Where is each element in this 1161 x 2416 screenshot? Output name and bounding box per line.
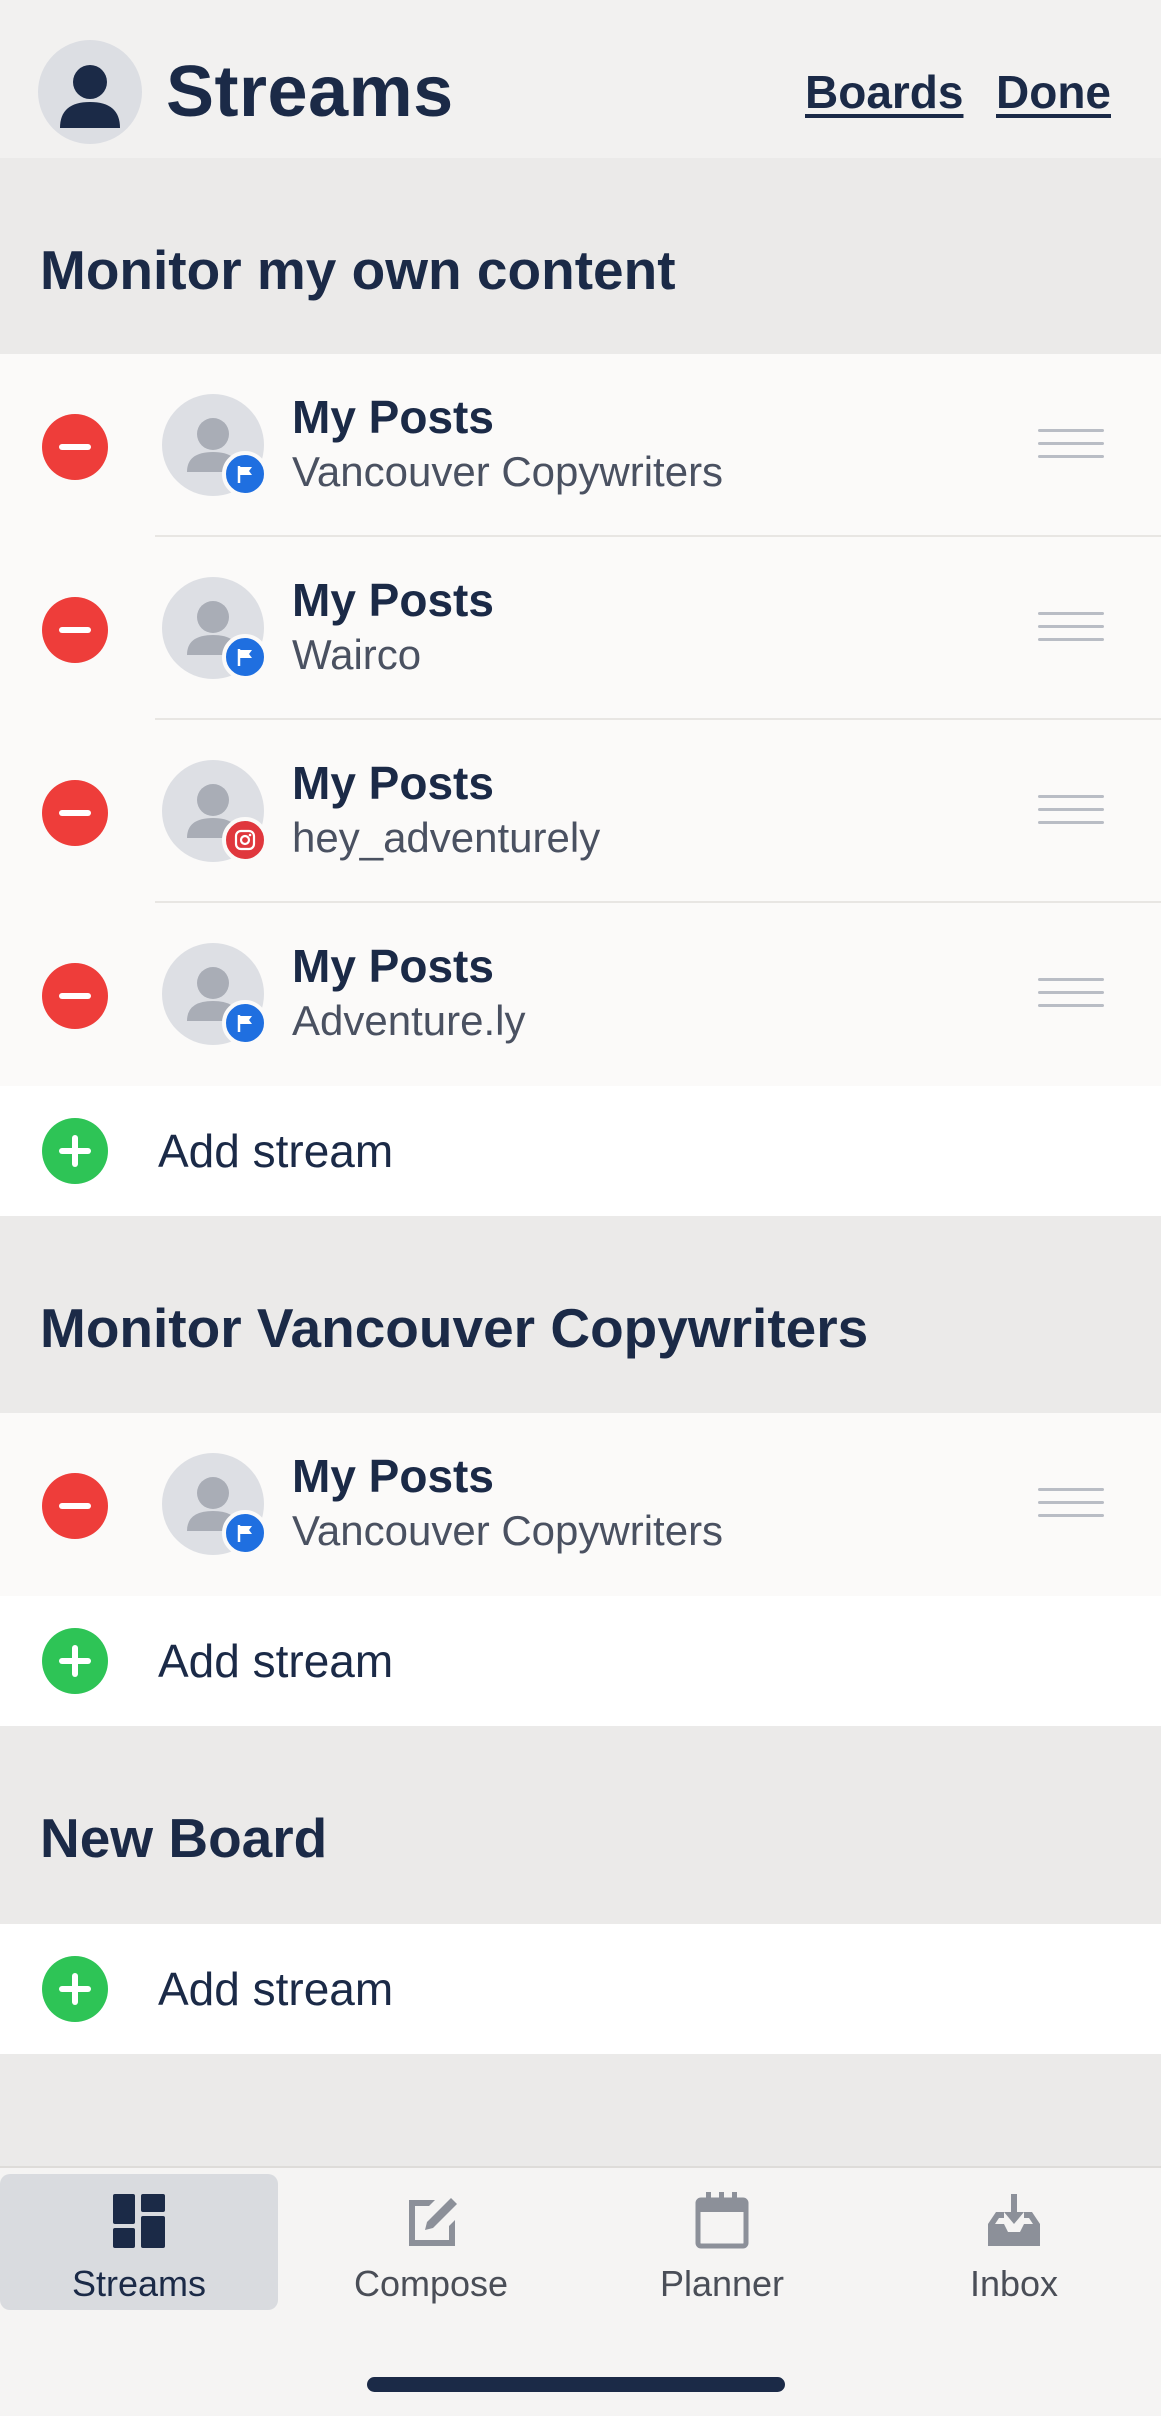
drag-handle-icon[interactable]	[1038, 1488, 1104, 1518]
top-header: Streams Boards Done	[0, 0, 1161, 158]
board-title: Monitor my own content	[40, 239, 676, 301]
tab-label: Inbox	[969, 2263, 1059, 2304]
add-stream-row[interactable]: Add stream	[0, 1086, 1161, 1216]
tab-inbox[interactable]: Inbox	[875, 2174, 1153, 2310]
stream-title: My Posts	[292, 757, 494, 809]
tab-label: Planner	[659, 2263, 785, 2304]
add-stream-button[interactable]	[42, 1628, 108, 1694]
facebook-flag-icon	[222, 634, 268, 680]
add-stream-button[interactable]	[42, 1118, 108, 1184]
planner-icon	[695, 2192, 749, 2249]
drag-handle-icon[interactable]	[1038, 795, 1104, 825]
add-stream-row[interactable]: Add stream	[0, 1596, 1161, 1726]
board-title: New Board	[40, 1807, 328, 1869]
tab-label: Compose	[353, 2263, 509, 2304]
compose-icon	[409, 2198, 457, 2246]
stream-row: My Posts Wairco	[0, 537, 1161, 720]
inbox-icon	[988, 2194, 1040, 2246]
drag-handle-icon[interactable]	[1038, 978, 1104, 1008]
stream-account: Adventure.ly	[292, 997, 526, 1044]
instagram-icon	[222, 817, 268, 863]
stream-account: Vancouver Copywriters	[292, 1507, 724, 1554]
stream-row: My Posts Adventure.ly	[0, 903, 1161, 1086]
remove-stream-button[interactable]	[42, 963, 108, 1029]
stream-title: My Posts	[292, 1450, 494, 1502]
remove-stream-button[interactable]	[42, 414, 108, 480]
remove-stream-button[interactable]	[42, 597, 108, 663]
stream-title: My Posts	[292, 574, 494, 626]
board-header: New Board	[0, 1726, 1161, 1922]
add-stream-row[interactable]: Add stream	[0, 1924, 1161, 2054]
drag-handle-icon[interactable]	[1038, 429, 1104, 459]
stream-row: My Posts hey_adventurely	[0, 720, 1161, 903]
stream-title: My Posts	[292, 940, 494, 992]
stream-row: My Posts Vancouver Copywriters	[0, 1413, 1161, 1596]
facebook-flag-icon	[222, 1000, 268, 1046]
stream-account: Vancouver Copywriters	[292, 448, 724, 495]
stream-account: Wairco	[292, 631, 422, 678]
tab-streams[interactable]: Streams	[0, 2174, 278, 2310]
remove-stream-button[interactable]	[42, 780, 108, 846]
add-stream-label[interactable]: Add stream	[158, 1960, 393, 2018]
facebook-flag-icon	[222, 1510, 268, 1556]
home-indicator[interactable]	[367, 2377, 785, 2392]
stream-title: My Posts	[292, 391, 494, 443]
user-icon	[60, 65, 120, 128]
add-stream-label[interactable]: Add stream	[158, 1122, 393, 1180]
board-title: Monitor Vancouver Copywriters	[40, 1297, 869, 1359]
streams-screen: Streams Boards Done Monitor my own conte…	[0, 0, 1161, 2416]
remove-stream-button[interactable]	[42, 1473, 108, 1539]
drag-handle-icon[interactable]	[1038, 612, 1104, 642]
page-title: Streams	[166, 52, 454, 132]
stream-row: My Posts Vancouver Copywriters	[0, 354, 1161, 537]
board-header: Monitor my own content	[0, 158, 1161, 354]
facebook-flag-icon	[222, 451, 268, 497]
tab-label: Streams	[71, 2263, 207, 2304]
done-link[interactable]: Done	[996, 62, 1111, 122]
boards-link[interactable]: Boards	[805, 62, 963, 122]
stream-account: hey_adventurely	[292, 814, 601, 861]
add-stream-label[interactable]: Add stream	[158, 1632, 393, 1690]
streams-icon	[113, 2194, 165, 2248]
tab-planner[interactable]: Planner	[583, 2174, 861, 2310]
add-stream-button[interactable]	[42, 1956, 108, 2022]
tab-compose[interactable]: Compose	[292, 2174, 570, 2310]
profile-avatar[interactable]	[38, 40, 142, 144]
board-header: Monitor Vancouver Copywriters	[0, 1216, 1161, 1412]
